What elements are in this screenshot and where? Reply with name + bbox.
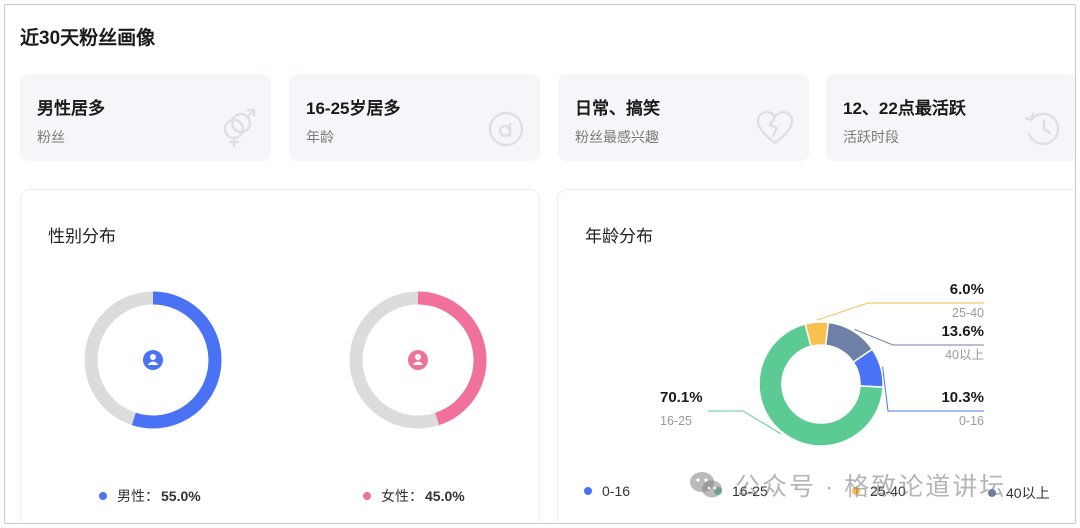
female-legend-value: 45.0%: [425, 488, 465, 504]
slice-percent-25-40: 6.0%: [950, 281, 984, 298]
slice-category-0-16: 0-16: [959, 414, 984, 428]
female-legend: 女性： 45.0%: [363, 486, 465, 506]
male-center-icon: [143, 350, 163, 370]
summary-card-gender: 男性居多 粉丝: [20, 74, 271, 161]
age-legend-0-16[interactable]: 0-16: [584, 483, 630, 499]
watermark: 公众号 · 格致论道讲坛: [689, 467, 1006, 503]
gender-distribution-panel: 性别分布 男性： 55.0% 女性： 45.0%: [20, 189, 540, 523]
female-center-icon: [408, 350, 428, 370]
legend-dot: [584, 487, 592, 495]
gender-rings: [84, 291, 487, 429]
summary-card-interest: 日常、搞笑 粉丝最感兴趣: [558, 74, 809, 161]
page-title: 近30天粉丝画像: [20, 28, 156, 49]
summary-headline: 日常、搞笑: [575, 99, 660, 118]
legend-label: 0-16: [602, 483, 631, 499]
summary-card-age: 16-25岁居多 年龄: [289, 74, 540, 161]
summary-caption: 年龄: [306, 129, 334, 145]
male-legend-dot: [99, 492, 107, 500]
gender-icon: [223, 108, 256, 148]
fan-portrait-page: 近30天粉丝画像 男性居多 粉丝 16-25岁居多 年龄 日常、搞笑 粉丝最感兴…: [4, 4, 1076, 524]
female-legend-label: 女性：: [381, 488, 423, 504]
summary-caption: 粉丝最感兴趣: [575, 129, 659, 145]
slice-percent-0-16: 10.3%: [941, 389, 984, 406]
summary-caption: 粉丝: [37, 129, 65, 145]
wechat-icon: [690, 472, 722, 498]
summary-card-active-time: 12、22点最活跃 活跃时段: [826, 74, 1075, 161]
heart-icon: [756, 110, 794, 145]
age-icon: [488, 111, 524, 147]
slice-percent-16-25: 70.1%: [660, 389, 703, 406]
summary-headline: 男性居多: [37, 99, 105, 118]
slice-category-25-40: 25-40: [952, 306, 984, 320]
slice-category-16-25: 16-25: [660, 414, 692, 428]
male-legend: 男性： 55.0%: [99, 486, 201, 506]
summary-caption: 活跃时段: [843, 129, 899, 145]
watermark-text: 公众号 · 格致论道讲坛: [735, 473, 1007, 501]
legend-label: 40以上: [1006, 485, 1050, 501]
slice-category-40以上: 40以上: [945, 348, 984, 362]
summary-headline: 16-25岁居多: [306, 99, 401, 118]
clock-icon: [1024, 112, 1060, 146]
male-legend-label: 男性：: [117, 488, 159, 504]
summary-headline: 12、22点最活跃: [843, 99, 966, 118]
male-legend-value: 55.0%: [161, 488, 201, 504]
female-legend-dot: [363, 492, 371, 500]
slice-percent-40以上: 13.6%: [941, 323, 984, 340]
